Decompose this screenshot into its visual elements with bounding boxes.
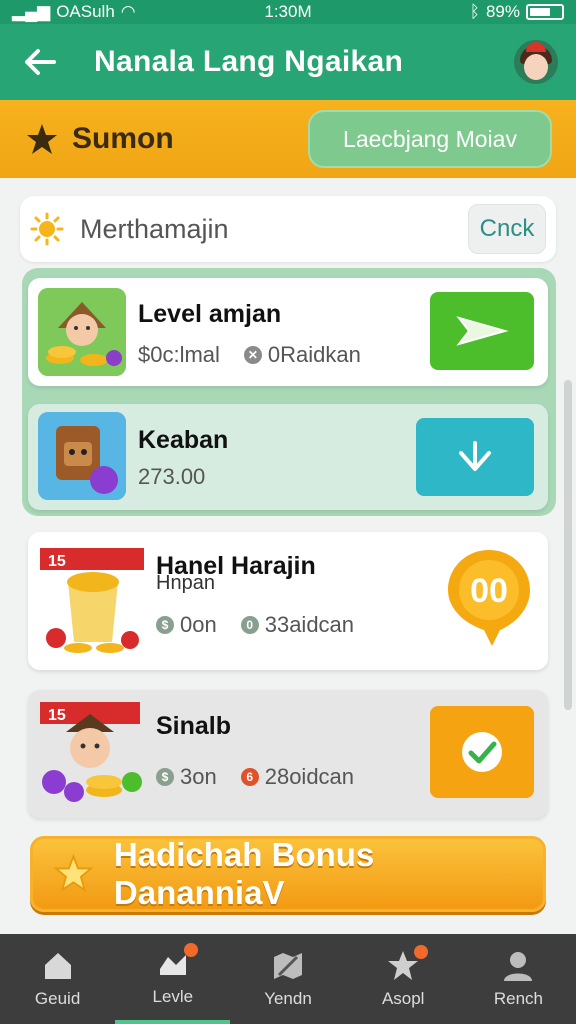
nav-label: Yendn (264, 989, 312, 1008)
svg-text:15: 15 (48, 707, 66, 724)
item-name: Sinalb (156, 712, 232, 740)
back-button[interactable] (18, 40, 62, 84)
nav-label: Geuid (34, 989, 81, 1008)
map-icon (274, 953, 302, 979)
profile-icon (504, 952, 533, 981)
check-icon (462, 732, 502, 772)
item-thumbnail: 15 (38, 696, 144, 808)
download-button[interactable] (416, 418, 534, 496)
nav-label: Levle (152, 987, 194, 1006)
list-item[interactable]: Keaban 273.00 (28, 404, 548, 510)
status-bar: ▂▄▆ OASulh ◠ 1:30M ᛒ 89% (0, 0, 576, 24)
list-item[interactable]: Level amjan $0c:lmal ✕ 0Raidkan (28, 278, 548, 386)
item-price: 273.00 (138, 464, 206, 489)
item-price: 0on (180, 612, 217, 637)
item-price: $0c:lmal (138, 342, 220, 367)
scrollbar[interactable] (564, 380, 572, 710)
send-icon (456, 316, 509, 346)
coin-icon: ✕ (243, 346, 262, 364)
section-bar: Sumon Laecbjang Moiav (0, 100, 576, 178)
nav-label: Rench (493, 989, 543, 1008)
badge-value: 00 (470, 572, 508, 610)
sun-icon (30, 212, 64, 246)
coin-icon: $ (156, 616, 174, 634)
home-icon (44, 953, 71, 979)
star-icon (24, 121, 60, 157)
item-name: Level amjan (138, 300, 282, 328)
app-header: Nanala Lang Ngaikan (0, 24, 576, 100)
nav-item-map[interactable]: Yendn (230, 934, 345, 1024)
section-action-button[interactable]: Laecbjang Moiav (308, 110, 552, 168)
notification-badge (414, 945, 429, 959)
nav-item-star[interactable]: Asopl (346, 934, 461, 1024)
send-button[interactable] (430, 292, 534, 370)
item-meta: $ 0on 0 33aidcan (156, 612, 354, 638)
item-subname: Hnpan (156, 572, 215, 594)
nav-item-home[interactable]: Geuid (0, 934, 115, 1024)
filter-row: Merthamajin Cnck (20, 196, 556, 262)
clock: 1:30M (264, 2, 312, 21)
page-title: Nanala Lang Ngaikan (94, 45, 404, 78)
filter-button[interactable]: Cnck (468, 204, 546, 254)
item-thumbnail (38, 412, 126, 500)
badge-button[interactable]: 00 (444, 546, 534, 650)
bonus-button[interactable]: Hadichah Bonus DananniaV (30, 836, 546, 912)
nav-item-profile[interactable]: Rench (461, 934, 576, 1024)
nav-item-level[interactable]: Levle (115, 934, 231, 1024)
user-avatar-icon[interactable] (514, 40, 558, 84)
item-price: 3on (180, 764, 217, 789)
filter-label: Merthamajin (80, 213, 229, 244)
list-item[interactable]: 15 Sinalb $ 3on 6 28oidcan (28, 690, 548, 818)
confirm-button[interactable] (430, 706, 534, 798)
item-thumbnail (38, 288, 126, 376)
item-name: Keaban (138, 426, 229, 454)
coin-icon: $ (156, 768, 174, 786)
item-meta: $0c:lmal ✕ 0Raidkan (138, 342, 361, 368)
star-icon (53, 853, 94, 892)
item-meta: 273.00 (138, 464, 205, 490)
battery-icon (526, 4, 564, 20)
star-icon (386, 945, 429, 983)
distance-icon: 0 (240, 616, 259, 634)
bottom-nav: Geuid Levle Yendn Asopl Rench (0, 934, 576, 1024)
nav-label: Asopl (381, 989, 425, 1008)
arrow-left-icon (25, 49, 56, 75)
item-distance: 33aidcan (264, 612, 355, 637)
item-distance: 28oidcan (264, 764, 355, 789)
item-distance: 0Raidkan (267, 342, 361, 367)
chevron-down-icon (459, 441, 491, 471)
notification-badge (183, 943, 198, 957)
bonus-label: Hadichah Bonus DananniaV (113, 836, 375, 911)
distance-icon: 6 (240, 768, 259, 786)
svg-text:15: 15 (48, 553, 66, 570)
chart-icon (156, 943, 198, 981)
item-meta: $ 3on 6 28oidcan (156, 764, 354, 790)
section-title: Sumon (72, 122, 174, 155)
item-thumbnail: 15 (38, 542, 146, 660)
list-item[interactable]: 15 Hanel Harajin Hnpan $ 0on 0 33aidcan … (28, 532, 548, 670)
